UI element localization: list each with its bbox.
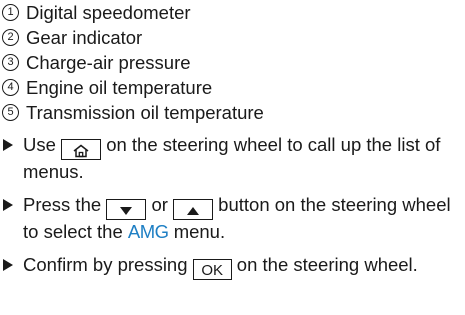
- legend-item: 1 Digital speedometer: [1, 0, 264, 25]
- number-circle: 3: [2, 54, 19, 71]
- step-text: Use: [23, 134, 56, 155]
- up-arrow-icon: [187, 207, 200, 216]
- step-text: Confirm by pressing: [23, 254, 188, 275]
- legend-label: Charge-air pressure: [26, 52, 191, 73]
- step-text: on the steering wheel.: [236, 254, 418, 275]
- legend-label: Transmission oil temperature: [26, 102, 264, 123]
- triangle-bullet-icon: [3, 259, 13, 271]
- legend-item: 2 Gear indicator: [1, 25, 264, 50]
- home-button[interactable]: [61, 139, 102, 160]
- triangle-bullet-icon: [3, 139, 13, 151]
- number-circle: 2: [2, 29, 19, 46]
- home-icon: [73, 144, 89, 158]
- number-circle: 5: [2, 104, 19, 121]
- up-button[interactable]: [173, 199, 214, 220]
- legend-item: 4 Engine oil temperature: [1, 75, 264, 100]
- legend-label: Engine oil temperature: [26, 77, 213, 98]
- instruction-step: Use on the steering wheel to call up the…: [1, 133, 463, 184]
- legend-item: 3 Charge-air pressure: [1, 50, 264, 75]
- number-circle: 1: [2, 4, 19, 21]
- ok-button[interactable]: OK: [192, 259, 232, 280]
- step-text: or: [151, 194, 168, 215]
- legend-list: 1 Digital speedometer 2 Gear indicator 3 Ch…: [1, 0, 264, 125]
- instruction-step: Press the or button on the steering whee…: [1, 193, 463, 244]
- amg-menu-label: AMG: [127, 221, 169, 242]
- step-text: menu.: [173, 221, 226, 242]
- legend-label: Digital speedometer: [26, 2, 191, 23]
- number-circle: 4: [2, 79, 19, 96]
- legend-label: Gear indicator: [26, 27, 143, 48]
- instruction-step: Confirm by pressing OK on the steering w…: [1, 253, 463, 280]
- step-text: Press the: [23, 194, 102, 215]
- legend-item: 5 Transmission oil temperature: [1, 100, 264, 125]
- manual-page: 1 Digital speedometer 2 Gear indicator 3 Ch…: [0, 0, 465, 315]
- down-button[interactable]: [106, 199, 147, 220]
- instruction-steps: Use on the steering wheel to call up the…: [1, 133, 463, 289]
- down-arrow-icon: [120, 207, 133, 216]
- triangle-bullet-icon: [3, 199, 13, 211]
